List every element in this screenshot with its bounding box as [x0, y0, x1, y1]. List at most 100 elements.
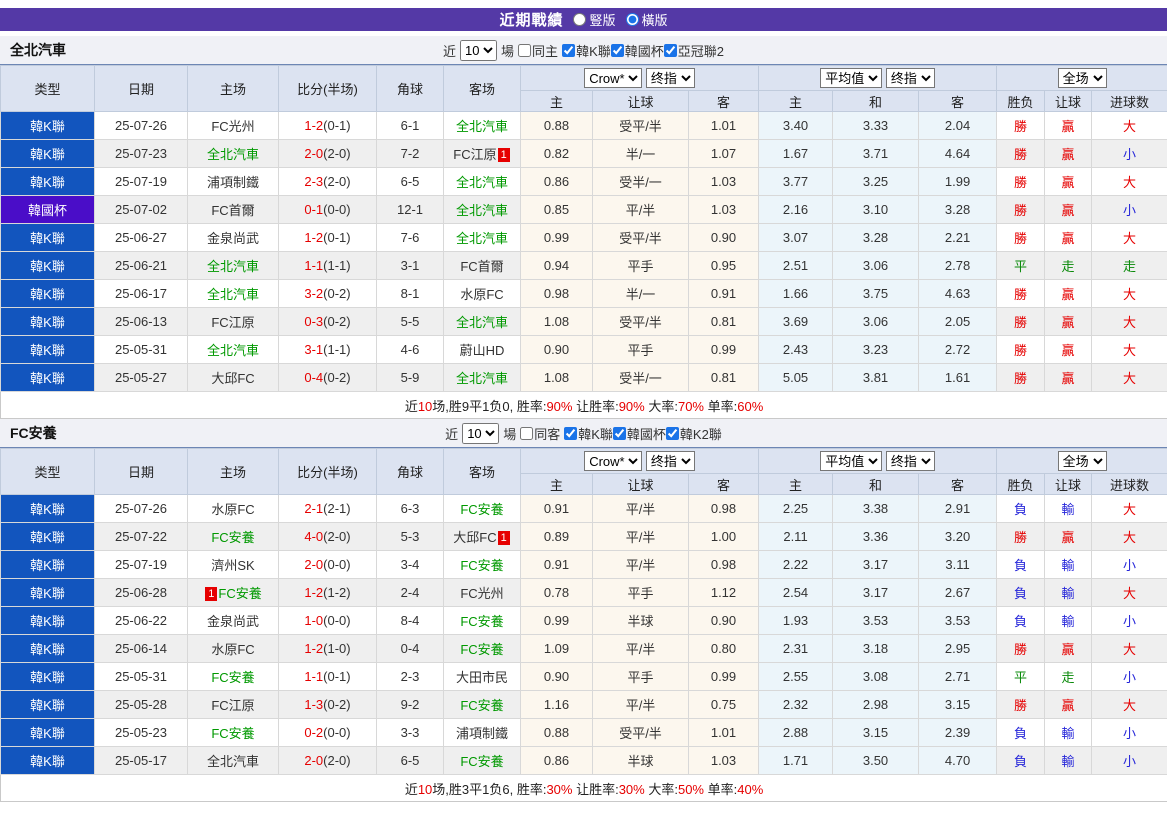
- result-handicap: 輸: [1044, 718, 1093, 747]
- table-row: 韓K聯 25-05-23 FC安養 0-2(0-0) 3-3 浦項制鐵 0.88 受平/半 1.…: [0, 718, 1167, 747]
- league-checkbox-text: 韓國杯: [624, 43, 664, 59]
- euro-draw-odds: 3.06: [832, 307, 920, 336]
- league-checkbox-label[interactable]: 韓K聯: [564, 424, 613, 443]
- home-team-name: 全北汽車: [206, 754, 259, 769]
- league-checkbox[interactable]: [610, 43, 624, 57]
- euro-draw-odds: 3.28: [832, 223, 920, 252]
- layout-radio-horizontal[interactable]: 橫版: [625, 10, 668, 29]
- handicap-cell: 受平/半: [592, 111, 689, 140]
- league-checkbox-label[interactable]: 韓K2聯: [665, 424, 722, 443]
- col-asian-home: 主: [520, 473, 593, 495]
- team-name: 全北汽車: [10, 42, 66, 58]
- date-cell: 25-06-13: [94, 307, 188, 336]
- home-team-name: FC首爾: [211, 203, 255, 218]
- same-venue-checkbox-1[interactable]: [520, 426, 534, 440]
- euro-final-select[interactable]: 终指: [885, 451, 935, 471]
- league-checkbox[interactable]: [612, 426, 626, 440]
- horizontal-radio[interactable]: [625, 13, 639, 26]
- home-team-name: 浦項制鐵: [206, 175, 259, 190]
- league-cell: 韓K聯: [0, 550, 95, 579]
- col-euro-home: 主: [758, 90, 834, 112]
- asian-home-odds: 0.90: [520, 335, 593, 364]
- average-select[interactable]: 平均值: [820, 451, 883, 471]
- col-type: 类型: [0, 448, 95, 495]
- result-handicap: 贏: [1044, 634, 1093, 663]
- euro-draw-odds: 3.36: [832, 522, 920, 551]
- euro-away-odds: 3.53: [918, 606, 998, 635]
- handicap-cell: 平手: [592, 335, 689, 364]
- result-goals: 大: [1091, 494, 1167, 523]
- result-goals: 走: [1091, 251, 1167, 280]
- asian-away-odds: 0.95: [687, 251, 760, 280]
- recent-count-select[interactable]: 10: [460, 39, 498, 61]
- result-winloss: 負: [996, 578, 1046, 607]
- average-select[interactable]: 平均值: [820, 68, 883, 88]
- corner-cell: 7-6: [376, 223, 444, 252]
- score-cell: 2-0(2-0): [278, 746, 377, 775]
- league-checkboxes-1: 韓K聯 韓國杯 韓K2聯: [564, 424, 722, 443]
- league-checkbox[interactable]: [663, 43, 677, 57]
- fulltime-score: 3-2: [304, 286, 324, 301]
- summary-segment: 10: [417, 781, 433, 797]
- fulltime-score: 0-4: [304, 370, 324, 385]
- col-score: 比分(半场): [278, 448, 377, 495]
- league-cell: 韓K聯: [0, 251, 95, 280]
- asian-away-odds: 0.80: [687, 634, 760, 663]
- league-checkbox-label[interactable]: 韓國杯: [612, 424, 666, 443]
- euro-away-odds: 4.64: [918, 139, 998, 168]
- euro-away-odds: 3.11: [918, 550, 998, 579]
- euro-home-odds: 2.22: [758, 550, 834, 579]
- same-venue-label[interactable]: 同客: [520, 424, 560, 443]
- layout-radio-vertical[interactable]: 豎版: [573, 10, 616, 29]
- col-date: 日期: [94, 65, 188, 112]
- same-venue-text: 同主: [532, 43, 559, 59]
- section-header-0: 全北汽車 近 10 場 同主 韓K聯 韓國杯 亞冠聯2: [0, 36, 1167, 65]
- league-checkbox[interactable]: [665, 426, 679, 440]
- league-checkbox[interactable]: [564, 426, 578, 440]
- same-venue-checkbox-0[interactable]: [518, 43, 532, 57]
- handicap-cell: 半球: [592, 606, 689, 635]
- result-winloss: 勝: [996, 363, 1046, 392]
- league-checkbox-label[interactable]: 韓國杯: [610, 41, 664, 60]
- recent-count-select[interactable]: 10: [462, 422, 500, 444]
- away-team-cell: 大田市民: [443, 662, 521, 691]
- home-team-cell: 全北汽車: [187, 139, 279, 168]
- away-team-name: FC安養: [460, 642, 504, 657]
- home-team-name: 全北汽車: [206, 287, 259, 302]
- near-label: 近: [443, 43, 457, 59]
- corner-cell: 8-4: [376, 606, 444, 635]
- league-checkbox-label[interactable]: 韓K聯: [562, 41, 611, 60]
- home-team-name: 金泉尚武: [206, 614, 259, 629]
- date-cell: 25-06-27: [94, 223, 188, 252]
- col-asian-home: 主: [520, 90, 593, 112]
- scope-select[interactable]: 全场: [1057, 68, 1107, 88]
- league-checkbox-label[interactable]: 亞冠聯2: [663, 41, 724, 60]
- summary-segment: 场,胜9平1负0, 胜率:: [432, 398, 547, 414]
- corner-cell: 3-1: [376, 251, 444, 280]
- result-goals: 大: [1091, 522, 1167, 551]
- result-winloss: 勝: [996, 634, 1046, 663]
- col-corner: 角球: [376, 65, 444, 112]
- date-cell: 25-05-23: [94, 718, 188, 747]
- odds-company-select[interactable]: Crow*: [584, 68, 643, 88]
- col-home: 主场: [187, 448, 279, 495]
- euro-away-odds: 1.61: [918, 363, 998, 392]
- col-home: 主场: [187, 65, 279, 112]
- asian-final-select[interactable]: 终指: [645, 451, 695, 471]
- asian-home-odds: 0.89: [520, 522, 593, 551]
- corner-cell: 7-2: [376, 139, 444, 168]
- odds-company-select[interactable]: Crow*: [584, 451, 643, 471]
- asian-home-odds: 0.86: [520, 167, 593, 196]
- league-checkbox[interactable]: [562, 43, 576, 57]
- asian-home-odds: 0.90: [520, 662, 593, 691]
- same-venue-label[interactable]: 同主: [518, 41, 558, 60]
- home-team-cell: 濟州SK: [187, 550, 279, 579]
- vertical-radio[interactable]: [573, 13, 587, 26]
- asian-final-select[interactable]: 终指: [645, 68, 695, 88]
- euro-final-select[interactable]: 终指: [885, 68, 935, 88]
- euro-draw-odds: 3.06: [832, 251, 920, 280]
- scope-select[interactable]: 全场: [1057, 451, 1107, 471]
- result-winloss: 勝: [996, 335, 1046, 364]
- result-handicap: 贏: [1044, 223, 1093, 252]
- result-winloss: 負: [996, 606, 1046, 635]
